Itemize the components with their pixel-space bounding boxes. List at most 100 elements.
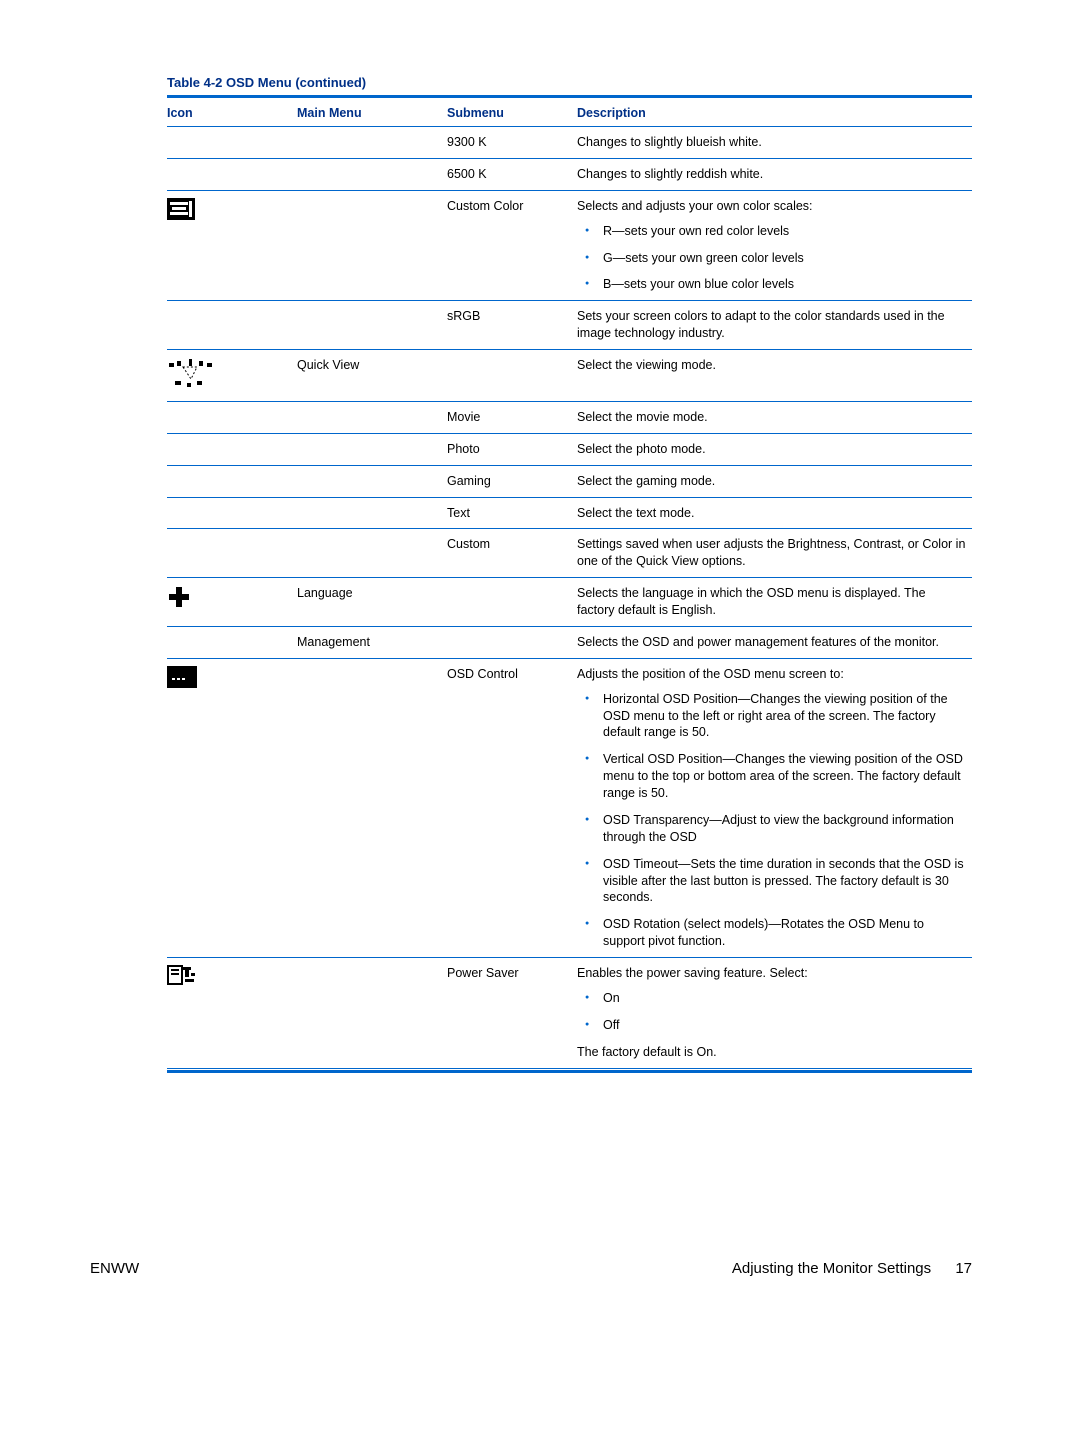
table-row: Management Selects the OSD and power mana… xyxy=(167,626,972,658)
cell-submenu: Custom Color xyxy=(447,190,577,301)
cell-icon xyxy=(167,301,297,350)
table-header-row: Icon Main Menu Submenu Description xyxy=(167,99,972,127)
cell-icon xyxy=(167,350,297,402)
cell-submenu xyxy=(447,578,577,627)
bullet-item: OSD Rotation (select models)—Rotates the… xyxy=(577,916,966,950)
description-text: Selects the language in which the OSD me… xyxy=(577,585,966,619)
table-row: sRGBSets your screen colors to adapt to … xyxy=(167,301,972,350)
description-text: Select the photo mode. xyxy=(577,441,966,458)
description-text: Select the gaming mode. xyxy=(577,473,966,490)
cell-main-menu xyxy=(297,301,447,350)
cell-submenu: Photo xyxy=(447,433,577,465)
table-title: Table 4-2 OSD Menu (continued) xyxy=(167,75,972,90)
cell-icon xyxy=(167,465,297,497)
bullet-item: G—sets your own green color levels xyxy=(577,250,966,267)
description-text: Select the text mode. xyxy=(577,505,966,522)
cell-main-menu xyxy=(297,658,447,957)
description-text: Adjusts the position of the OSD menu scr… xyxy=(577,666,966,683)
cell-submenu: Gaming xyxy=(447,465,577,497)
color-sliders-icon xyxy=(167,198,195,220)
quickview-icon xyxy=(167,357,217,389)
cell-icon xyxy=(167,433,297,465)
bullet-item: Off xyxy=(577,1017,966,1034)
header-main: Main Menu xyxy=(297,99,447,127)
table-row: OSD ControlAdjusts the position of the O… xyxy=(167,658,972,957)
page-footer: ENWW Adjusting the Monitor Settings 17 xyxy=(90,1260,972,1277)
table-row: Language Selects the language in which th… xyxy=(167,578,972,627)
table-row: GamingSelect the gaming mode. xyxy=(167,465,972,497)
cell-description: Selects and adjusts your own color scale… xyxy=(577,190,972,301)
plus-icon xyxy=(167,585,195,607)
page-number: 17 xyxy=(955,1260,972,1277)
osd-menu-table: Icon Main Menu Submenu Description 9300 … xyxy=(167,99,972,1068)
header-description: Description xyxy=(577,99,972,127)
cell-icon xyxy=(167,158,297,190)
power-saver-icon xyxy=(167,965,195,987)
description-text: Sets your screen colors to adapt to the … xyxy=(577,308,966,342)
description-text: Enables the power saving feature. Select… xyxy=(577,965,966,982)
description-text: Select the viewing mode. xyxy=(577,357,966,374)
rule-thick-top xyxy=(167,95,972,98)
bullet-item: Vertical OSD Position—Changes the viewin… xyxy=(577,751,966,802)
table-row: TextSelect the text mode. xyxy=(167,497,972,529)
cell-description: Selects the OSD and power management fea… xyxy=(577,626,972,658)
cell-main-menu xyxy=(297,401,447,433)
cell-icon xyxy=(167,401,297,433)
table-row: Custom ColorSelects and adjusts your own… xyxy=(167,190,972,301)
cell-icon xyxy=(167,626,297,658)
bullet-item: OSD Timeout—Sets the time duration in se… xyxy=(577,856,966,907)
cell-main-menu xyxy=(297,127,447,159)
cell-description: Enables the power saving feature. Select… xyxy=(577,958,972,1068)
cell-description: Select the movie mode. xyxy=(577,401,972,433)
osd-control-icon xyxy=(167,666,195,688)
cell-icon xyxy=(167,497,297,529)
table-row: 6500 KChanges to slightly reddish white. xyxy=(167,158,972,190)
table-row: Power SaverEnables the power saving feat… xyxy=(167,958,972,1068)
description-text: Settings saved when user adjusts the Bri… xyxy=(577,536,966,570)
description-text: Selects the OSD and power management fea… xyxy=(577,634,966,651)
cell-description: Select the text mode. xyxy=(577,497,972,529)
cell-main-menu xyxy=(297,433,447,465)
description-text: Changes to slightly blueish white. xyxy=(577,134,966,151)
description-bullets: R—sets your own red color levelsG—sets y… xyxy=(577,223,966,294)
cell-main-menu xyxy=(297,158,447,190)
cell-main-menu: Language xyxy=(297,578,447,627)
footer-section-title: Adjusting the Monitor Settings xyxy=(732,1260,931,1277)
cell-description: Select the viewing mode. xyxy=(577,350,972,402)
bullet-item: Horizontal OSD Position—Changes the view… xyxy=(577,691,966,742)
cell-main-menu: Management xyxy=(297,626,447,658)
cell-submenu xyxy=(447,350,577,402)
header-icon: Icon xyxy=(167,99,297,127)
cell-submenu: Movie xyxy=(447,401,577,433)
description-trailing: The factory default is On. xyxy=(577,1044,966,1061)
cell-description: Select the photo mode. xyxy=(577,433,972,465)
description-text: Selects and adjusts your own color scale… xyxy=(577,198,966,215)
cell-main-menu xyxy=(297,529,447,578)
cell-description: Selects the language in which the OSD me… xyxy=(577,578,972,627)
cell-icon xyxy=(167,127,297,159)
description-text: Select the movie mode. xyxy=(577,409,966,426)
cell-submenu: OSD Control xyxy=(447,658,577,957)
cell-description: Settings saved when user adjusts the Bri… xyxy=(577,529,972,578)
rule-thick-bottom xyxy=(167,1070,972,1073)
bullet-item: B—sets your own blue color levels xyxy=(577,276,966,293)
cell-icon xyxy=(167,958,297,1068)
cell-main-menu: Quick View xyxy=(297,350,447,402)
cell-main-menu xyxy=(297,497,447,529)
cell-submenu: Text xyxy=(447,497,577,529)
footer-left: ENWW xyxy=(90,1260,139,1277)
cell-description: Changes to slightly reddish white. xyxy=(577,158,972,190)
cell-icon xyxy=(167,658,297,957)
cell-main-menu xyxy=(297,958,447,1068)
cell-submenu: Power Saver xyxy=(447,958,577,1068)
cell-icon xyxy=(167,529,297,578)
cell-icon xyxy=(167,578,297,627)
cell-description: Select the gaming mode. xyxy=(577,465,972,497)
cell-description: Changes to slightly blueish white. xyxy=(577,127,972,159)
bullet-item: On xyxy=(577,990,966,1007)
cell-submenu: Custom xyxy=(447,529,577,578)
cell-submenu: 6500 K xyxy=(447,158,577,190)
cell-icon xyxy=(167,190,297,301)
header-submenu: Submenu xyxy=(447,99,577,127)
cell-description: Sets your screen colors to adapt to the … xyxy=(577,301,972,350)
